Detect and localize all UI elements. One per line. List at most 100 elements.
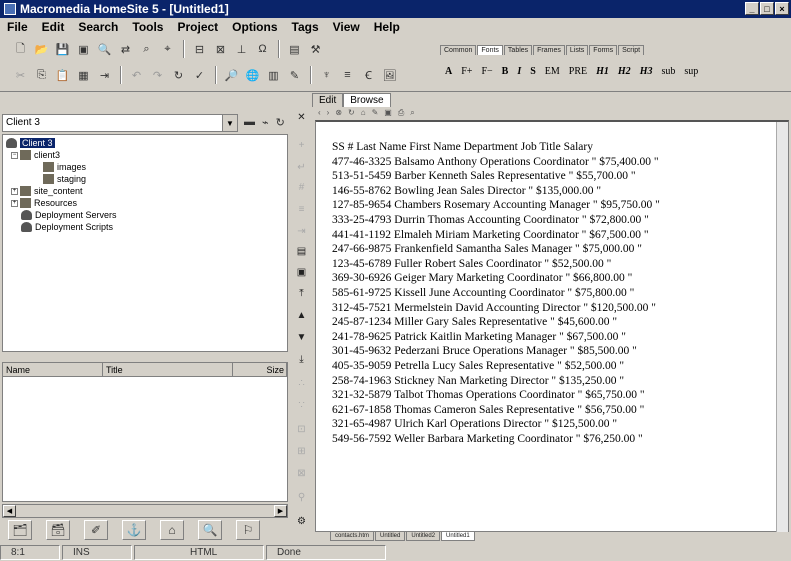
replace-in-files-icon[interactable]: ⌖ [159, 41, 176, 58]
vertical-scrollbar[interactable] [776, 122, 788, 532]
h3-button[interactable]: H3 [640, 66, 653, 77]
tree-node-client3-root[interactable]: Client 3 [6, 138, 55, 148]
tree-node-images[interactable]: images [43, 162, 86, 172]
tree-node-resources[interactable]: + Resources [11, 198, 77, 208]
refresh-icon[interactable]: ↻ [170, 67, 187, 84]
h2-button[interactable]: H2 [618, 66, 631, 77]
menu-file[interactable]: File [0, 20, 35, 34]
find-icon[interactable]: ⚲ [294, 490, 309, 505]
files-tab-icon[interactable]: 🗂 [8, 520, 32, 540]
tools-icon[interactable]: ⚒ [307, 41, 324, 58]
menu-options[interactable]: Options [225, 20, 284, 34]
resources-icon[interactable]: ⊠ [212, 41, 229, 58]
tab-forms[interactable]: Forms [589, 45, 618, 55]
italic-button[interactable]: I [517, 66, 521, 77]
edit-icon[interactable]: ✎ [372, 108, 379, 118]
print-icon[interactable]: ⎙ [398, 108, 404, 118]
tree-node-staging[interactable]: staging [43, 174, 86, 184]
image-icon[interactable]: 🖼 [381, 67, 398, 84]
menu-view[interactable]: View [326, 20, 367, 34]
projects-tab-icon[interactable]: 🗃 [46, 520, 70, 540]
menu-project[interactable]: Project [170, 20, 225, 34]
forward-icon[interactable]: › [327, 108, 330, 118]
insert-icon[interactable]: ⊥ [233, 41, 250, 58]
settings-icon[interactable]: ⚙ [294, 514, 309, 529]
top-icon[interactable]: ⤒ [294, 286, 309, 301]
help-tab-icon[interactable]: ⚓ [122, 520, 146, 540]
font-smaller-button[interactable]: F− [481, 66, 492, 77]
tab-browse[interactable]: Browse [343, 93, 391, 107]
stop-icon[interactable]: ⊗ [335, 108, 342, 118]
search-tab-icon[interactable]: 🔍 [198, 520, 222, 540]
tab-script[interactable]: Script [618, 45, 645, 55]
snippets-tab-icon[interactable]: ✐ [84, 520, 108, 540]
font-larger-button[interactable]: F+ [461, 66, 472, 77]
page-icon[interactable]: ▤ [294, 244, 309, 259]
tree-node-deployment-servers[interactable]: Deployment Servers [21, 210, 117, 220]
zoom-icon[interactable]: 🔎 [223, 67, 240, 84]
view-icon[interactable]: ▣ [294, 265, 309, 280]
browser-icon[interactable]: 🌐 [244, 67, 261, 84]
em-button[interactable]: EM [545, 66, 560, 77]
special-chars-icon[interactable]: Ω [254, 41, 271, 58]
spell-icon[interactable]: ✎ [286, 67, 303, 84]
doc-tab-untitled2[interactable]: Untitled2 [406, 532, 441, 541]
split-view-icon[interactable]: ⊟ [191, 41, 208, 58]
bottom-icon[interactable]: ⤓ [294, 352, 309, 367]
tree-node-deployment-scripts[interactable]: Deployment Scripts [21, 222, 113, 232]
expand-toggle[interactable]: + [11, 199, 18, 207]
bookmark-icon[interactable]: ⊡ [294, 422, 309, 437]
doc-tab-untitled1[interactable]: Untitled1 [441, 532, 475, 541]
menu-search[interactable]: Search [71, 20, 125, 34]
find-icon[interactable]: 🔍 [96, 41, 113, 58]
gutter-icon[interactable]: ≡ [294, 202, 309, 217]
check-icon[interactable]: ✓ [191, 67, 208, 84]
project-combo[interactable]: Client 3 ▼ [2, 114, 238, 132]
deploy-icon[interactable]: ⌁ [262, 116, 269, 129]
word-wrap-icon[interactable]: ↵ [294, 160, 309, 175]
column-name[interactable]: Name [3, 363, 103, 376]
indent-icon[interactable]: ⇥ [294, 224, 309, 239]
tab-frames[interactable]: Frames [533, 45, 565, 55]
minimize-panel-icon[interactable]: ▬ [244, 116, 255, 129]
paste-icon[interactable]: 📋 [54, 67, 71, 84]
collapse-toggle[interactable]: − [11, 151, 18, 159]
menu-tags[interactable]: Tags [285, 20, 326, 34]
page-icon[interactable]: ▤ [286, 41, 303, 58]
horizontal-scrollbar[interactable]: ◀ ▶ [2, 504, 288, 518]
minimize-button[interactable]: _ [745, 2, 759, 15]
save-icon[interactable]: 💾 [54, 41, 71, 58]
refresh-icon[interactable]: ↻ [276, 116, 285, 129]
close-button[interactable]: × [775, 2, 789, 15]
tag-icon[interactable]: ⊞ [294, 444, 309, 459]
tab-common[interactable]: Common [440, 45, 477, 55]
validate-icon[interactable]: ♆ [318, 67, 335, 84]
tab-tables[interactable]: Tables [503, 45, 533, 55]
browser-icon[interactable]: ▣ [384, 108, 392, 118]
save-all-icon[interactable]: ▣ [75, 41, 92, 58]
menu-edit[interactable]: Edit [35, 20, 72, 34]
tree-node-client3[interactable]: − client3 [11, 150, 60, 160]
new-file-icon[interactable]: 🗋 [12, 41, 29, 58]
chevron-down-icon[interactable]: ▼ [222, 115, 237, 131]
refresh-icon[interactable]: ↻ [348, 108, 355, 118]
up-icon[interactable]: ▲ [294, 308, 309, 323]
doc-tab-contacts[interactable]: contacts.htm [330, 532, 375, 541]
h1-button[interactable]: H1 [596, 66, 609, 77]
line-numbers-icon[interactable]: # [294, 180, 309, 195]
close-document-icon[interactable]: ✕ [294, 110, 309, 125]
tab-lists[interactable]: Lists [565, 45, 589, 55]
strikethrough-button[interactable]: S [530, 66, 536, 77]
home-icon[interactable]: ⌂ [361, 108, 366, 118]
menu-help[interactable]: Help [367, 20, 407, 34]
down-icon[interactable]: ▼ [294, 330, 309, 345]
copy-icon[interactable]: ⎘ [33, 67, 50, 84]
menu-tools[interactable]: Tools [125, 20, 170, 34]
font-tag-button[interactable]: A [445, 66, 452, 77]
tag-inspector-tab-icon[interactable]: ⌂ [160, 520, 184, 540]
indent-icon[interactable]: ⇥ [96, 67, 113, 84]
superscript-button[interactable]: sup [684, 66, 698, 77]
uncomment-icon[interactable]: ∵ [294, 398, 309, 413]
column-title[interactable]: Title [103, 363, 233, 376]
comment-icon[interactable]: ∴ [294, 376, 309, 391]
